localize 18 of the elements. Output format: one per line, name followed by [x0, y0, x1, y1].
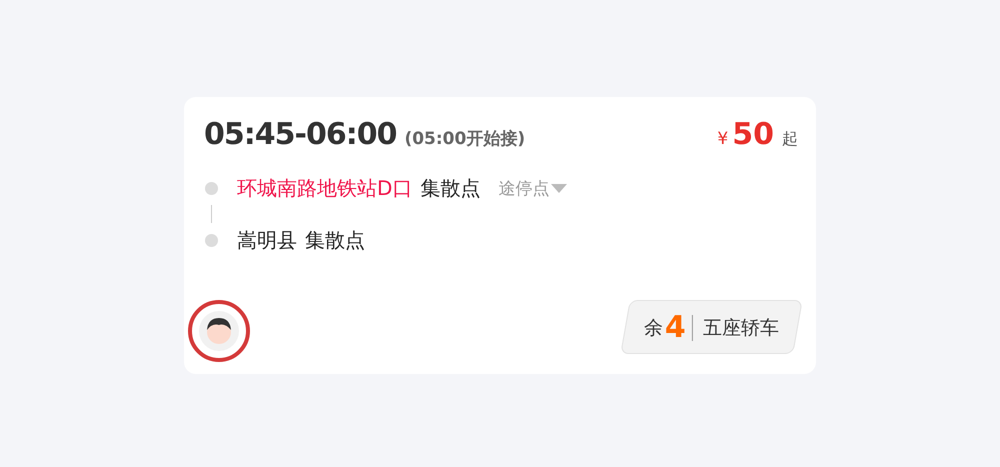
stop-name: 嵩明县 [237, 226, 297, 254]
vehicle-type: 五座轿车 [703, 315, 779, 340]
trip-card[interactable]: 05:45-06:00 (05:00开始接) ¥50 起 环城南路地铁站D口 集散点 途停点 嵩明县 集散点 余 4 五座轿车 [184, 97, 816, 374]
stop-dot [205, 234, 218, 246]
stop-name: 环城南路地铁站D口 [237, 174, 412, 202]
stop-tag: 集散点 [420, 174, 480, 202]
route-line [211, 205, 212, 223]
seats-prefix: 余 [644, 315, 664, 340]
time-range: 05:45-06:00 [204, 117, 396, 152]
pickup-note: (05:00开始接) [404, 129, 526, 149]
stop-tag: 集散点 [305, 226, 365, 254]
price: 50 [732, 117, 774, 152]
stop-dot [205, 182, 218, 194]
caret-icon [551, 184, 568, 192]
avatar[interactable] [199, 311, 239, 351]
seats-count: 4 [665, 310, 686, 344]
currency-symbol: ¥ [717, 129, 728, 149]
price-suffix: 起 [782, 129, 798, 150]
